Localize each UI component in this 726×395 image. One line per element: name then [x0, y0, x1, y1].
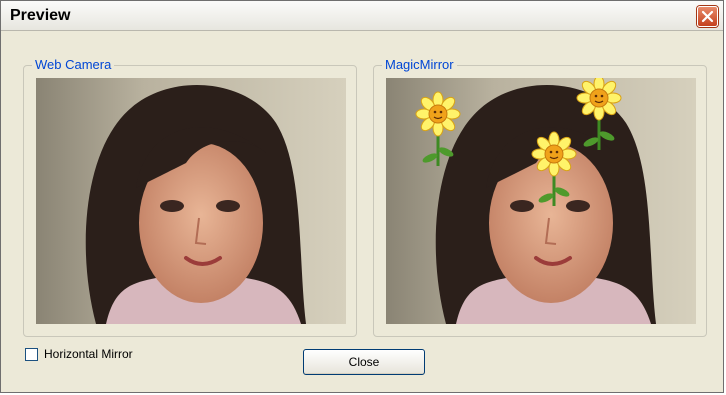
- window-title: Preview: [10, 7, 71, 24]
- horizontal-mirror-checkbox[interactable]: [25, 347, 38, 361]
- close-icon: [701, 10, 714, 23]
- window-close-button[interactable]: [697, 6, 718, 27]
- preview-window: Preview Web Camera MagicMirror Horizonta…: [0, 0, 724, 393]
- dialog-client-area: Web Camera MagicMirror Horizontal Mirror…: [1, 31, 723, 392]
- horizontal-mirror-label: Horizontal Mirror: [44, 347, 133, 361]
- web-camera-group: Web Camera: [23, 57, 357, 337]
- close-button[interactable]: Close: [303, 349, 425, 375]
- web-camera-preview: [36, 78, 346, 324]
- magic-mirror-label: MagicMirror: [382, 57, 457, 73]
- web-camera-label: Web Camera: [32, 57, 115, 73]
- horizontal-mirror-option[interactable]: Horizontal Mirror: [25, 347, 133, 361]
- title-bar[interactable]: Preview: [1, 1, 723, 31]
- magic-mirror-group: MagicMirror: [373, 57, 707, 337]
- magic-mirror-preview: [386, 78, 696, 324]
